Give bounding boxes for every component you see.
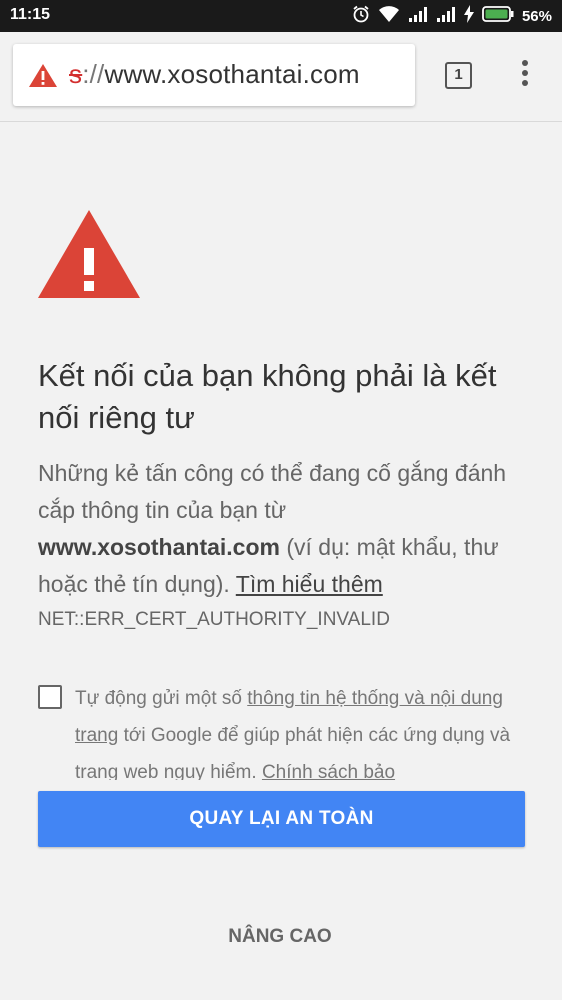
url-host: www.xosothantai.com — [104, 59, 360, 89]
page-title: Kết nối của bạn không phải là kết nối ri… — [38, 358, 497, 435]
battery-percent: 56% — [521, 7, 552, 25]
not-secure-warning-icon[interactable] — [28, 63, 58, 93]
report-prefix: Tự động gửi một số — [75, 688, 248, 709]
signal-icon — [408, 6, 428, 27]
overflow-menu-icon[interactable] — [515, 60, 535, 92]
signal-icon-2 — [436, 6, 456, 27]
advanced-button[interactable]: NÂNG CAO — [180, 922, 380, 952]
warning-triangle-icon — [36, 208, 142, 305]
url-scheme: s — [69, 59, 83, 89]
warning-description: Những kẻ tấn công có thể đang cố gắng đá… — [38, 455, 528, 603]
browser-toolbar: s://www.xosothantai.com 1 — [0, 32, 562, 122]
battery-icon — [482, 5, 514, 27]
alarm-icon — [352, 5, 370, 28]
omnibox[interactable]: s://www.xosothantai.com — [13, 44, 415, 106]
learn-more-link[interactable]: Tìm hiểu thêm — [236, 571, 383, 597]
back-to-safety-button[interactable]: QUAY LẠI AN TOÀN — [38, 791, 525, 847]
url-text[interactable]: s://www.xosothantai.com — [69, 59, 360, 90]
status-icons: 56% — [352, 4, 552, 28]
wifi-icon — [378, 5, 400, 28]
status-time: 11:15 — [10, 6, 51, 23]
description-text: Những kẻ tấn công có thể đang cố gắng đá… — [38, 460, 507, 523]
status-bar: 11:15 56% — [0, 0, 562, 32]
extended-reporting-checkbox[interactable] — [38, 685, 62, 709]
error-code: NET::ERR_CERT_AUTHORITY_INVALID — [38, 609, 390, 630]
extended-reporting-text: Tự động gửi một số thông tin hệ thống và… — [75, 680, 525, 780]
url-separator: :// — [82, 59, 105, 89]
privacy-policy-link[interactable]: Chính sách bảo — [262, 762, 395, 780]
charging-icon — [463, 4, 474, 28]
description-host: www.xosothantai.com — [38, 534, 280, 560]
tab-switcher-button[interactable]: 1 — [445, 62, 472, 89]
